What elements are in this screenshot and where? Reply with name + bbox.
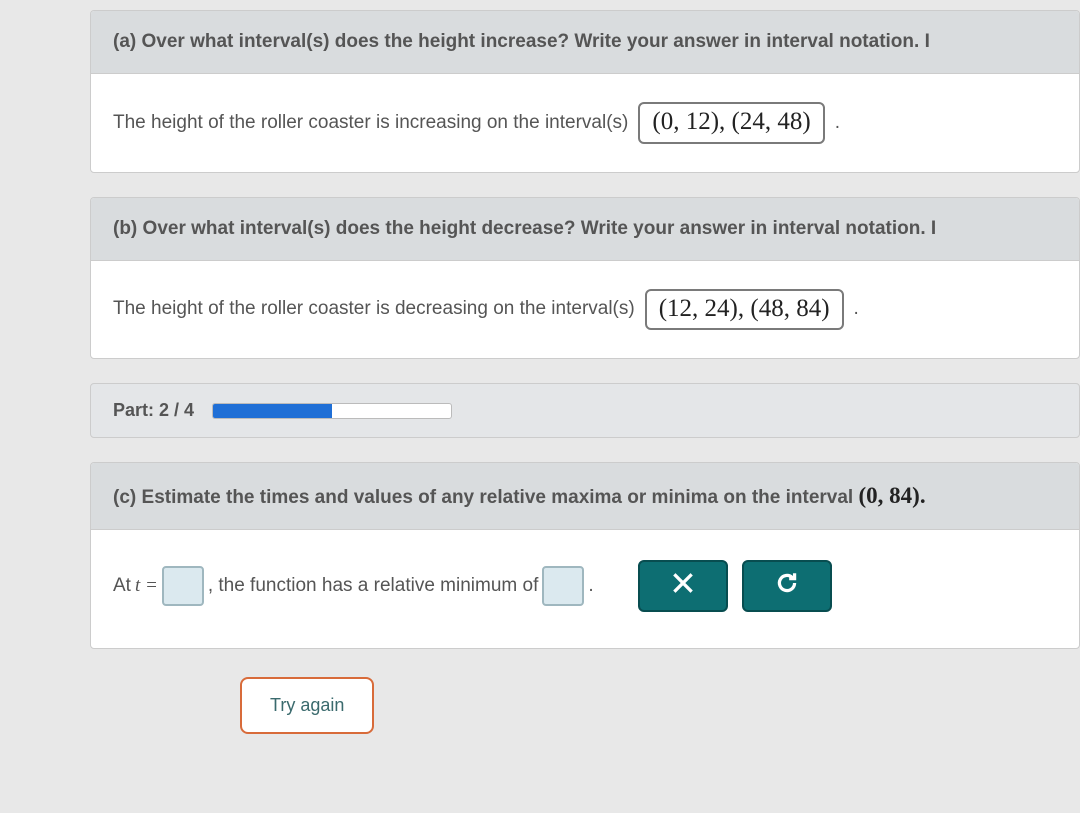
input-min-value[interactable] [542,566,584,606]
question-c-header: (c) Estimate the times and values of any… [91,463,1079,530]
try-again-container: Try again [240,677,1080,734]
question-c-end: . [588,575,593,597]
question-a-text: Over what interval(s) does the height in… [142,31,930,52]
question-a-suffix: . [835,112,840,134]
question-a-body-text: The height of the roller coaster is incr… [113,112,628,134]
question-a-section: (a) Over what interval(s) does the heigh… [90,10,1080,173]
progress-label: Part: 2 / 4 [113,400,194,421]
question-b-prefix: (b) [113,218,137,239]
action-buttons [638,560,832,612]
question-a-body: The height of the roller coaster is incr… [91,74,1079,172]
question-c-interval: (0, 84). [859,483,926,508]
question-c-text: Estimate the times and values of any rel… [142,487,854,508]
progress-row: Part: 2 / 4 [90,383,1080,438]
question-c-section: (c) Estimate the times and values of any… [90,462,1080,649]
progress-fill [213,404,332,418]
question-c-mid: , the function has a relative minimum of [208,575,539,597]
delete-button[interactable] [638,560,728,612]
question-c-prefix: (c) [113,487,136,508]
question-a-header: (a) Over what interval(s) does the heigh… [91,11,1079,74]
question-b-answer-box[interactable]: (12, 24), (48, 84) [645,289,844,331]
question-b-body: The height of the roller coaster is decr… [91,261,1079,359]
reset-icon [774,570,800,602]
input-t-value[interactable] [162,566,204,606]
question-a-answer-box[interactable]: (0, 12), (24, 48) [638,102,824,144]
question-b-body-text: The height of the roller coaster is decr… [113,298,635,320]
question-c-body: At t = , the function has a relative min… [91,530,1079,648]
progress-bar [212,403,452,419]
question-b-section: (b) Over what interval(s) does the heigh… [90,197,1080,360]
reset-button[interactable] [742,560,832,612]
question-b-text: Over what interval(s) does the height de… [143,218,937,239]
question-c-t-eq: t = [135,575,158,597]
question-b-suffix: . [854,298,859,320]
x-icon [670,570,696,602]
question-a-prefix: (a) [113,31,136,52]
question-b-header: (b) Over what interval(s) does the heigh… [91,198,1079,261]
question-c-at: At [113,575,131,597]
try-again-button[interactable]: Try again [240,677,374,734]
